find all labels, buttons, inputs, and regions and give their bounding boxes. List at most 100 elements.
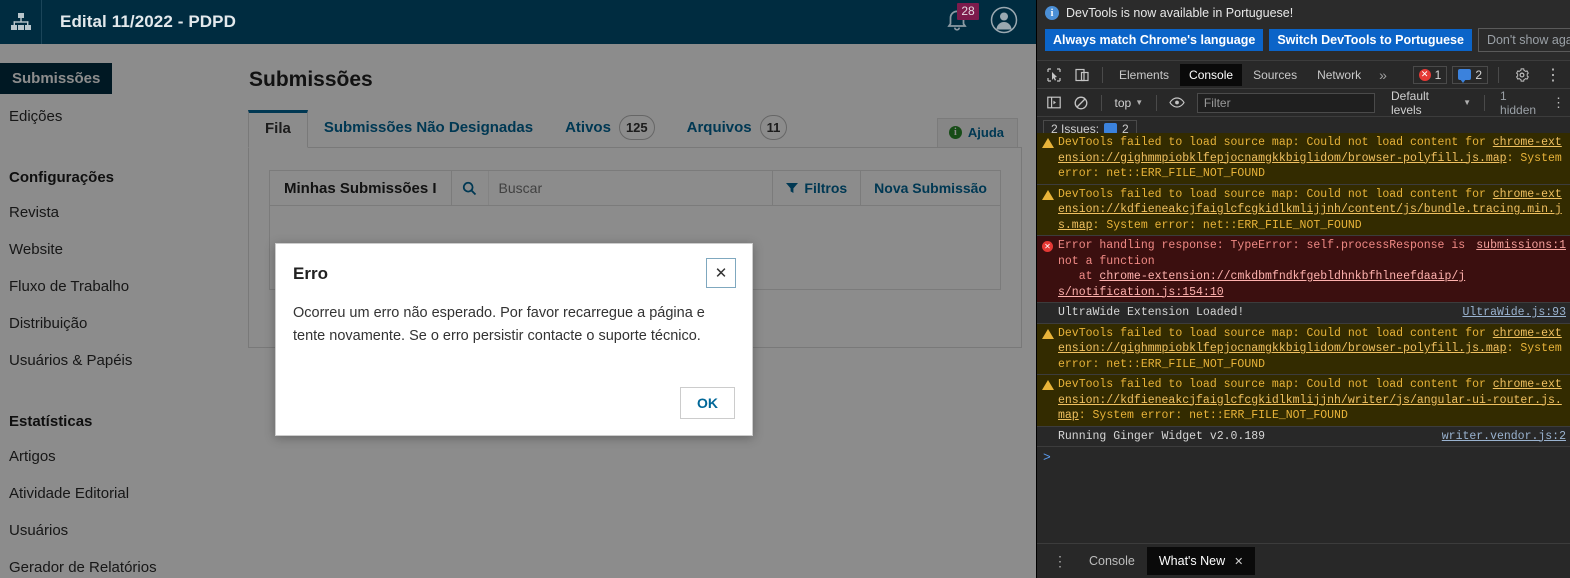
sitemap-icon[interactable]: [0, 0, 42, 44]
console-message-source[interactable]: submissions:1: [1476, 238, 1566, 254]
tab-sources[interactable]: Sources: [1244, 64, 1306, 86]
drawer-tab-whats-new-label: What's New: [1158, 554, 1226, 568]
filterbar-divider-2: [1156, 94, 1158, 111]
filterbar-divider-1: [1100, 94, 1102, 111]
filterbar-divider-3: [1484, 94, 1486, 111]
modal-title: Erro: [293, 264, 328, 283]
switch-to-portuguese-button[interactable]: Switch DevTools to Portuguese: [1269, 29, 1472, 51]
console-message-body: DevTools failed to load source map: Coul…: [1058, 187, 1570, 234]
more-tabs-icon[interactable]: »: [1372, 67, 1394, 83]
console-message[interactable]: DevTools failed to load source map: Coul…: [1037, 375, 1570, 427]
error-circle-icon: ✕: [1042, 238, 1058, 300]
console-message-text: DevTools failed to load source map: Coul…: [1058, 136, 1493, 149]
error-modal: Erro ✕ Ocorreu um erro não esperado. Por…: [275, 243, 753, 436]
console-message[interactable]: DevTools failed to load source map: Coul…: [1037, 133, 1570, 185]
console-message-text: Running Ginger Widget v2.0.189: [1058, 429, 1266, 443]
always-match-language-button[interactable]: Always match Chrome's language: [1045, 29, 1264, 51]
console-message-suffix: : System error: net::ERR_FILE_NOT_FOUND: [1092, 218, 1362, 232]
dont-show-again-button[interactable]: Don't show again: [1477, 28, 1570, 52]
kebab-menu-icon[interactable]: ⋮: [1540, 63, 1566, 87]
log-levels-dropdown[interactable]: Default levels ▼: [1385, 89, 1477, 117]
avatar[interactable]: [990, 6, 1018, 39]
notifications-button[interactable]: 28: [944, 3, 979, 37]
console-filter-bar: top ▼ Default levels ▼ 1 hidden ⋮: [1037, 89, 1570, 117]
notification-count-badge: 28: [957, 3, 979, 20]
notice-text: DevTools is now available in Portuguese!: [1066, 6, 1294, 20]
modal-message: Ocorreu um erro não esperado. Por favor …: [293, 305, 705, 345]
console-message[interactable]: UltraWide Extension Loaded! UltraWide.js…: [1037, 303, 1570, 324]
warning-triangle-icon: [1042, 326, 1058, 373]
chevron-down-icon: ▼: [1463, 98, 1472, 107]
error-count-badge[interactable]: ✕ 1: [1412, 65, 1448, 84]
warning-triangle-icon: [1042, 187, 1058, 234]
console-message-body: DevTools failed to load source map: Coul…: [1058, 377, 1570, 424]
console-message-text: DevTools failed to load source map: Coul…: [1058, 378, 1493, 391]
console-message-text: DevTools failed to load source map: Coul…: [1058, 187, 1493, 201]
log-levels-label: Default levels: [1390, 88, 1430, 117]
modal-footer: OK: [276, 387, 752, 435]
console-message-body: DevTools failed to load source map: Coul…: [1058, 135, 1570, 182]
clear-console-icon[interactable]: [1069, 91, 1094, 115]
console-message-source[interactable]: writer.vendor.js:2: [1442, 429, 1566, 445]
console-message-text: Error handling response: TypeError: self…: [1058, 239, 1466, 268]
ojs-application: Edital 11/2022 - PDPD 28 Submissões Ediç…: [0, 0, 1036, 578]
console-message-gutter: [1042, 305, 1058, 321]
devtools-panel: i DevTools is now available in Portugues…: [1036, 0, 1570, 578]
tab-console[interactable]: Console: [1180, 63, 1243, 86]
modal-header: Erro ✕: [276, 244, 752, 288]
error-circle-icon: ✕: [1418, 68, 1431, 81]
filterbar-settings-icon[interactable]: ⋮: [1546, 95, 1565, 111]
console-message-list[interactable]: DevTools failed to load source map: Coul…: [1037, 133, 1570, 543]
warning-count-badge[interactable]: 2: [1452, 65, 1488, 84]
drawer-tab-whats-new[interactable]: What's New ✕: [1146, 547, 1256, 575]
console-message-text: DevTools failed to load source map: Coul…: [1058, 326, 1493, 340]
counters-divider: [1498, 66, 1499, 83]
console-message-link[interactable]: chrome-extension://cmkdbmfndkfgebldhnkbf…: [1058, 270, 1465, 299]
app-title: Edital 11/2022 - PDPD: [60, 12, 236, 31]
console-message-at: at: [1058, 270, 1100, 283]
drawer-tab-console[interactable]: Console: [1077, 547, 1147, 575]
app-header: Edital 11/2022 - PDPD 28: [0, 0, 1036, 44]
console-message-source[interactable]: UltraWide.js:93: [1462, 305, 1566, 321]
console-message[interactable]: DevTools failed to load source map: Coul…: [1037, 184, 1570, 236]
devtools-drawer-tabbar: ⋮ Console What's New ✕: [1037, 543, 1570, 578]
device-toolbar-icon[interactable]: [1069, 63, 1095, 87]
warning-triangle-icon: [1042, 377, 1058, 424]
inspect-element-icon[interactable]: [1041, 63, 1067, 87]
console-message-suffix: : System error: net::ERR_FILE_NOT_FOUND: [1078, 409, 1348, 422]
info-circle-icon: i: [1045, 6, 1059, 20]
console-message-text: UltraWide Extension Loaded!: [1058, 306, 1245, 319]
ok-button[interactable]: OK: [680, 387, 735, 419]
warning-count-value: 2: [1475, 67, 1482, 82]
execution-context-selector[interactable]: top ▼: [1109, 96, 1150, 110]
close-icon[interactable]: ✕: [706, 258, 736, 288]
live-expression-icon[interactable]: [1164, 91, 1189, 115]
console-prompt[interactable]: >: [1037, 447, 1570, 469]
execution-context-label: top: [1114, 95, 1132, 110]
console-message-body: DevTools failed to load source map: Coul…: [1058, 326, 1570, 373]
hidden-messages-label[interactable]: 1 hidden: [1492, 89, 1544, 117]
issues-icon: [1458, 69, 1472, 83]
warning-triangle-icon: [1042, 135, 1058, 182]
console-message[interactable]: DevTools failed to load source map: Coul…: [1037, 323, 1570, 375]
error-count-value: 1: [1434, 67, 1442, 82]
tab-elements[interactable]: Elements: [1110, 64, 1178, 86]
devtools-language-notice: i DevTools is now available in Portugues…: [1037, 0, 1570, 61]
header-actions: 28: [944, 3, 1036, 39]
tab-network[interactable]: Network: [1308, 64, 1370, 86]
kebab-menu-icon[interactable]: ⋮: [1043, 553, 1077, 570]
screen-root: Edital 11/2022 - PDPD 28 Submissões Ediç…: [0, 0, 1570, 578]
devtools-tabbar: Elements Console Sources Network » ✕ 1 2: [1037, 61, 1570, 89]
notice-row: i DevTools is now available in Portugues…: [1045, 6, 1562, 20]
console-message[interactable]: Running Ginger Widget v2.0.189 writer.ve…: [1037, 426, 1570, 447]
console-message[interactable]: ✕ Error handling response: TypeError: se…: [1037, 236, 1570, 303]
console-message-gutter: [1042, 429, 1058, 445]
console-filter-input[interactable]: [1196, 92, 1375, 113]
gear-icon[interactable]: [1509, 63, 1535, 87]
toolbar-divider: [1102, 66, 1103, 83]
chevron-down-icon: ▼: [1135, 98, 1144, 107]
console-sidebar-icon[interactable]: [1042, 91, 1067, 115]
notice-buttons: Always match Chrome's language Switch De…: [1045, 28, 1570, 52]
issue-counters: ✕ 1 2 ⋮: [1412, 63, 1566, 87]
close-icon[interactable]: ✕: [1234, 555, 1243, 568]
